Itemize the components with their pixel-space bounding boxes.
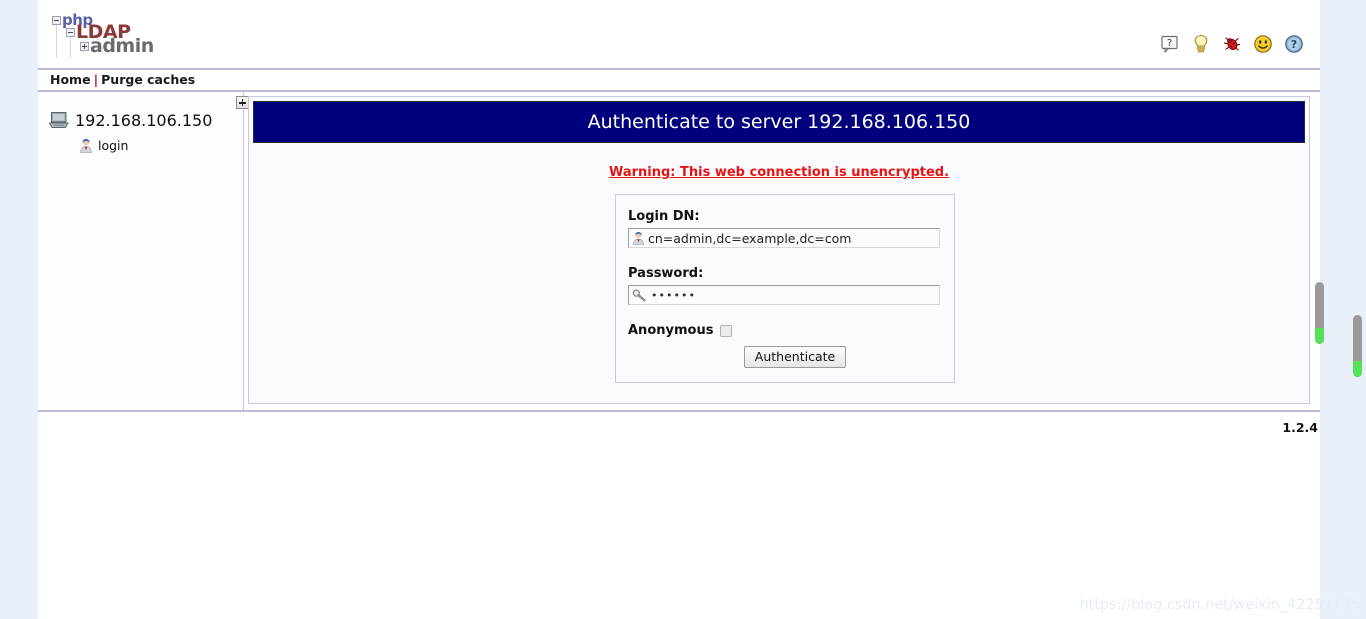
password-label: Password: xyxy=(628,266,704,281)
authenticate-button[interactable]: Authenticate xyxy=(743,346,847,368)
toolbar-icons: ? ? xyxy=(1160,34,1304,54)
browser-page: php LDAP admin ? ? Home | Purge caches 1… xyxy=(0,0,1366,619)
svg-text:?: ? xyxy=(1167,38,1172,49)
watermark-text: https://blog.csdn.net/weixin_42257195 xyxy=(1079,597,1360,613)
version-label: 1.2.4 xyxy=(1282,420,1318,435)
login-dn-input[interactable]: cn=admin,dc=example,dc=com xyxy=(628,228,940,248)
authenticate-panel: Authenticate to server 192.168.106.150 W… xyxy=(248,96,1310,404)
menu-separator: | xyxy=(93,72,99,87)
app-footer: 1.2.4 xyxy=(38,410,1320,436)
anonymous-checkbox[interactable] xyxy=(720,324,733,337)
password-input[interactable]: •••••• xyxy=(628,285,940,305)
login-form: Login DN: cn=admin,dc=example,dc=com Pas… xyxy=(615,194,955,383)
bug-icon[interactable] xyxy=(1222,34,1242,54)
user-icon xyxy=(80,139,92,153)
app-header: php LDAP admin ? ? xyxy=(38,0,1320,68)
help-icon[interactable]: ? xyxy=(1284,34,1304,54)
smiley-icon[interactable] xyxy=(1253,34,1273,54)
login-dn-label: Login DN: xyxy=(628,209,700,224)
lightbulb-icon[interactable] xyxy=(1191,34,1211,54)
user-icon xyxy=(633,231,644,245)
page-canvas: php LDAP admin ? ? Home | Purge caches 1… xyxy=(38,0,1320,619)
page-filler xyxy=(38,436,1320,619)
page-right-margin xyxy=(1320,0,1366,619)
anonymous-label: Anonymous xyxy=(628,323,714,338)
main-content: Authenticate to server 192.168.106.150 W… xyxy=(244,92,1320,410)
menu-item-purge-caches[interactable]: Purge caches xyxy=(101,72,195,87)
logo-row-admin: admin xyxy=(80,37,154,56)
menu-item-home[interactable]: Home xyxy=(50,72,91,87)
question-bubble-icon[interactable]: ? xyxy=(1160,34,1180,54)
menubar: Home | Purge caches xyxy=(38,68,1320,92)
svg-text:?: ? xyxy=(1291,38,1297,51)
collapse-box-icon xyxy=(66,28,75,37)
expand-box-icon xyxy=(80,42,89,51)
logo-text-admin: admin xyxy=(90,35,154,57)
unencrypted-warning: Warning: This web connection is unencryp… xyxy=(608,165,950,180)
panel-title: Authenticate to server 192.168.106.150 xyxy=(253,101,1305,143)
sidebar-login-label: login xyxy=(98,138,129,153)
page-scrollbar[interactable] xyxy=(1353,315,1362,377)
login-dn-value: cn=admin,dc=example,dc=com xyxy=(648,230,852,246)
content-columns: 192.168.106.150 login Authenticate to se… xyxy=(38,92,1320,410)
sidebar-item-server[interactable]: 192.168.106.150 xyxy=(38,110,243,130)
key-icon xyxy=(632,289,646,302)
sidebar-server-label: 192.168.106.150 xyxy=(75,110,213,130)
password-value: •••••• xyxy=(651,288,696,302)
phpldapadmin-logo[interactable]: php LDAP admin xyxy=(52,12,172,58)
collapse-box-icon xyxy=(52,16,61,25)
anonymous-row: Anonymous xyxy=(628,323,940,338)
submit-row: Authenticate xyxy=(628,346,940,368)
server-tree-sidebar: 192.168.106.150 login xyxy=(38,92,249,410)
sidebar-item-login[interactable]: login xyxy=(38,138,243,153)
inner-frame-scrollbar[interactable] xyxy=(1315,282,1324,344)
server-icon xyxy=(48,112,69,128)
